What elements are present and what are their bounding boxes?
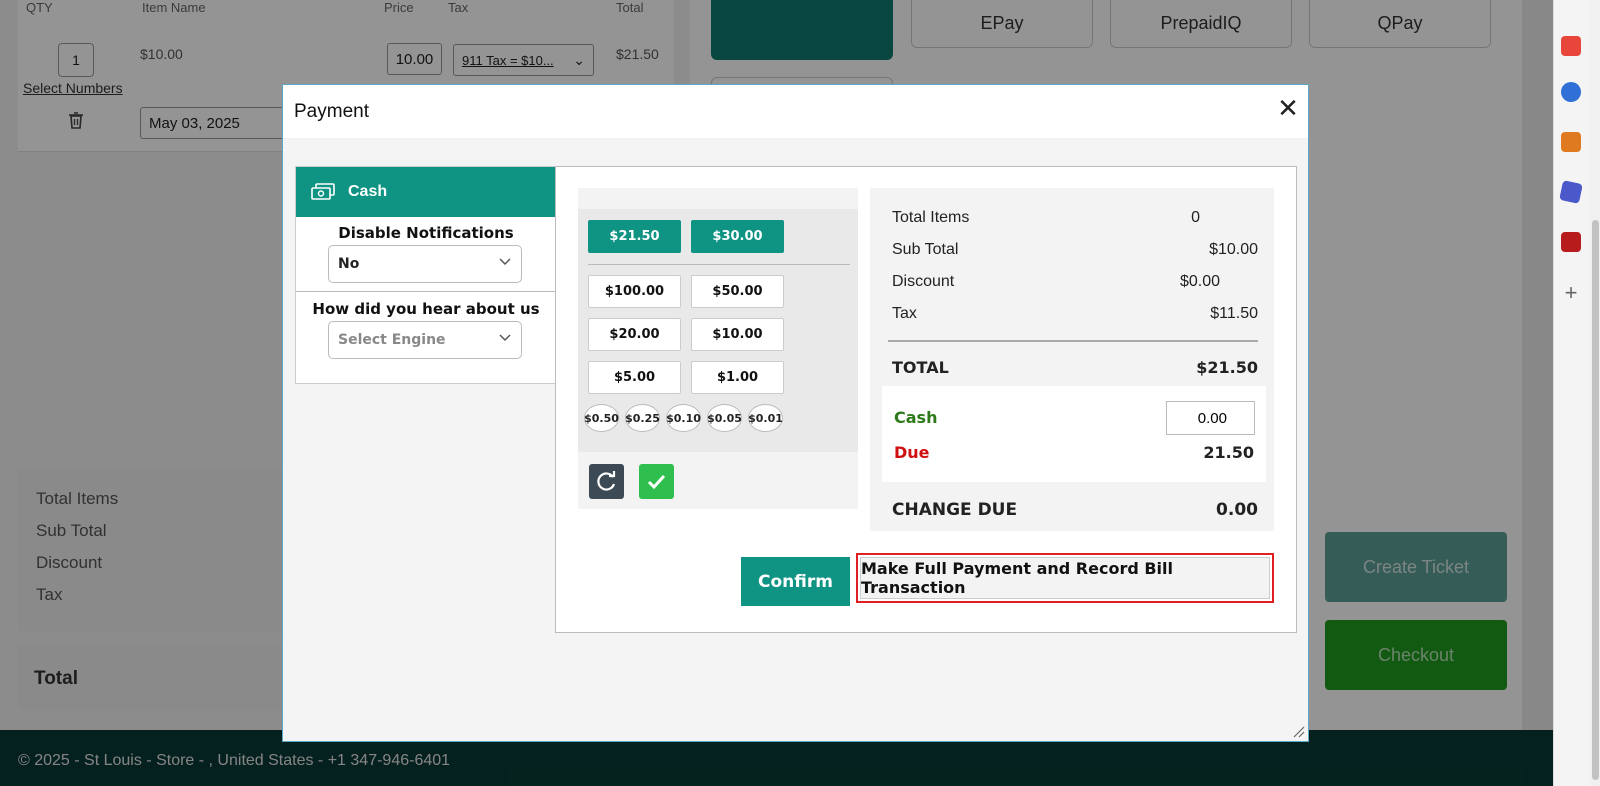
hear-about-label: How did you hear about us bbox=[312, 300, 540, 318]
cash-payment-panel: $21.50 $30.00 $100.00 $50.00 $20.00 $10.… bbox=[555, 166, 1297, 633]
bill-button[interactable]: $50.00 bbox=[691, 275, 784, 308]
summary-label: TOTAL bbox=[892, 358, 949, 377]
cash-amount-input[interactable] bbox=[1166, 401, 1255, 435]
change-due-row: CHANGE DUE 0.00 bbox=[892, 500, 1258, 520]
coin-button[interactable]: $0.50 bbox=[584, 404, 619, 432]
chevron-down-icon bbox=[499, 334, 511, 342]
quick-amount-button[interactable]: $21.50 bbox=[588, 220, 681, 253]
denomination-grid: $21.50 $30.00 $100.00 $50.00 $20.00 $10.… bbox=[578, 209, 858, 452]
due-label: Due bbox=[894, 443, 930, 462]
summary-row-tax: Tax $11.50 bbox=[892, 305, 1258, 323]
tab-cash[interactable]: Cash bbox=[296, 167, 556, 217]
payment-summary: Total Items 0 Sub Total $10.00 Discount … bbox=[870, 188, 1274, 531]
bill-button[interactable]: $100.00 bbox=[588, 275, 681, 308]
notifications-value: No bbox=[338, 256, 360, 272]
summary-label: Discount bbox=[892, 273, 955, 290]
divider bbox=[296, 291, 556, 292]
coin-button[interactable]: $0.01 bbox=[748, 404, 783, 432]
due-value: 21.50 bbox=[1203, 443, 1254, 462]
bill-button[interactable]: $10.00 bbox=[691, 318, 784, 351]
summary-value: $21.50 bbox=[1196, 358, 1258, 377]
bill-button[interactable]: $5.00 bbox=[588, 361, 681, 394]
summary-label: Total Items bbox=[892, 209, 970, 226]
chat-icon[interactable] bbox=[1561, 82, 1581, 102]
scrollbar-thumb[interactable] bbox=[1592, 220, 1599, 780]
payment-modal: Payment ✕ Cash Disable Notifications No … bbox=[282, 84, 1309, 742]
add-icon[interactable]: + bbox=[1561, 282, 1581, 304]
divider bbox=[588, 264, 850, 265]
summary-value: $10.00 bbox=[1209, 241, 1258, 258]
cube-icon[interactable] bbox=[1559, 180, 1583, 204]
refresh-icon bbox=[597, 471, 616, 491]
summary-value: $11.50 bbox=[1210, 305, 1258, 322]
coin-button[interactable]: $0.10 bbox=[666, 404, 701, 432]
change-due-label: CHANGE DUE bbox=[892, 500, 1018, 520]
notifications-select[interactable]: No bbox=[328, 245, 522, 283]
check-icon bbox=[647, 474, 666, 490]
cash-icon bbox=[311, 183, 335, 200]
chevron-down-icon bbox=[499, 258, 511, 266]
tab-cash-label: Cash bbox=[348, 183, 388, 200]
notifications-label: Disable Notifications bbox=[338, 224, 514, 242]
coin-button[interactable]: $0.25 bbox=[625, 404, 660, 432]
modal-header: Payment bbox=[283, 85, 1308, 139]
summary-row-total-items: Total Items 0 bbox=[892, 209, 1258, 227]
summary-divider bbox=[888, 340, 1258, 342]
shapes-icon[interactable] bbox=[1561, 132, 1581, 152]
apply-button[interactable] bbox=[639, 464, 674, 499]
summary-value: 0 bbox=[1191, 209, 1200, 226]
summary-row-discount: Discount $0.00 bbox=[892, 273, 1258, 291]
confirm-button[interactable]: Confirm bbox=[741, 557, 850, 606]
reset-button[interactable] bbox=[589, 464, 624, 499]
modal-title: Payment bbox=[294, 100, 369, 122]
wallet-icon[interactable] bbox=[1561, 232, 1581, 252]
summary-row-total: TOTAL $21.50 bbox=[892, 358, 1258, 377]
quick-amount-button[interactable]: $30.00 bbox=[691, 220, 784, 253]
bill-button[interactable]: $20.00 bbox=[588, 318, 681, 351]
hear-about-placeholder: Select Engine bbox=[338, 332, 446, 348]
change-due-value: 0.00 bbox=[1216, 500, 1258, 520]
denomination-pad: $21.50 $30.00 $100.00 $50.00 $20.00 $10.… bbox=[578, 188, 858, 509]
summary-value: $0.00 bbox=[1179, 273, 1220, 290]
payment-options-panel: Cash Disable Notifications No How did yo… bbox=[295, 166, 556, 384]
gift-icon[interactable] bbox=[1561, 36, 1581, 56]
summary-label: Sub Total bbox=[892, 241, 959, 258]
coin-button[interactable]: $0.05 bbox=[707, 404, 742, 432]
full-payment-label: Make Full Payment and Record Bill Transa… bbox=[860, 557, 1270, 599]
cash-entry-card: Cash Due 21.50 bbox=[882, 386, 1266, 482]
full-payment-button[interactable]: Make Full Payment and Record Bill Transa… bbox=[856, 553, 1274, 603]
summary-row-sub-total: Sub Total $10.00 bbox=[892, 241, 1258, 259]
close-icon[interactable]: ✕ bbox=[1276, 95, 1300, 121]
cash-label: Cash bbox=[894, 408, 938, 427]
summary-label: Tax bbox=[892, 305, 917, 322]
hear-about-select[interactable]: Select Engine bbox=[328, 321, 522, 359]
resize-handle-icon[interactable] bbox=[1291, 724, 1305, 738]
modal-body: Cash Disable Notifications No How did yo… bbox=[283, 139, 1308, 741]
bill-button[interactable]: $1.00 bbox=[691, 361, 784, 394]
